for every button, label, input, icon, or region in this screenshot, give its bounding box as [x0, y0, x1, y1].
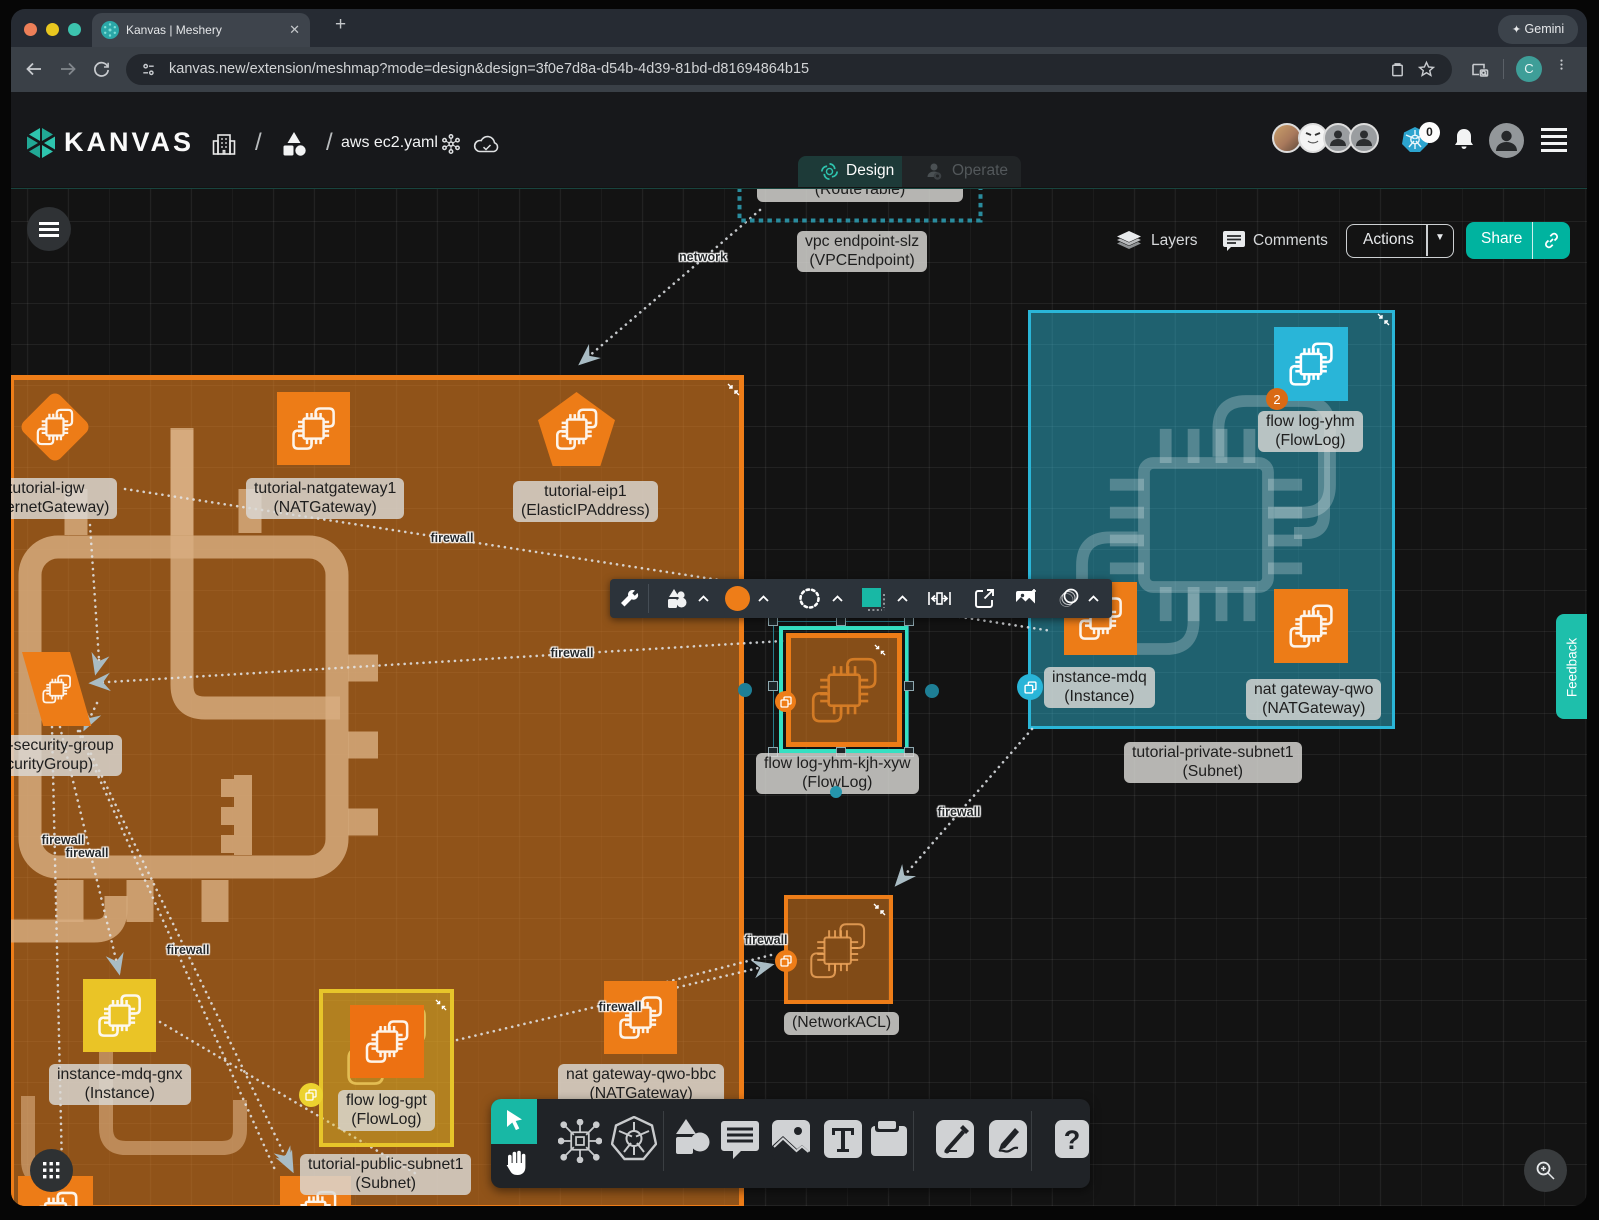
svg-text:?: ? — [1064, 1125, 1081, 1155]
